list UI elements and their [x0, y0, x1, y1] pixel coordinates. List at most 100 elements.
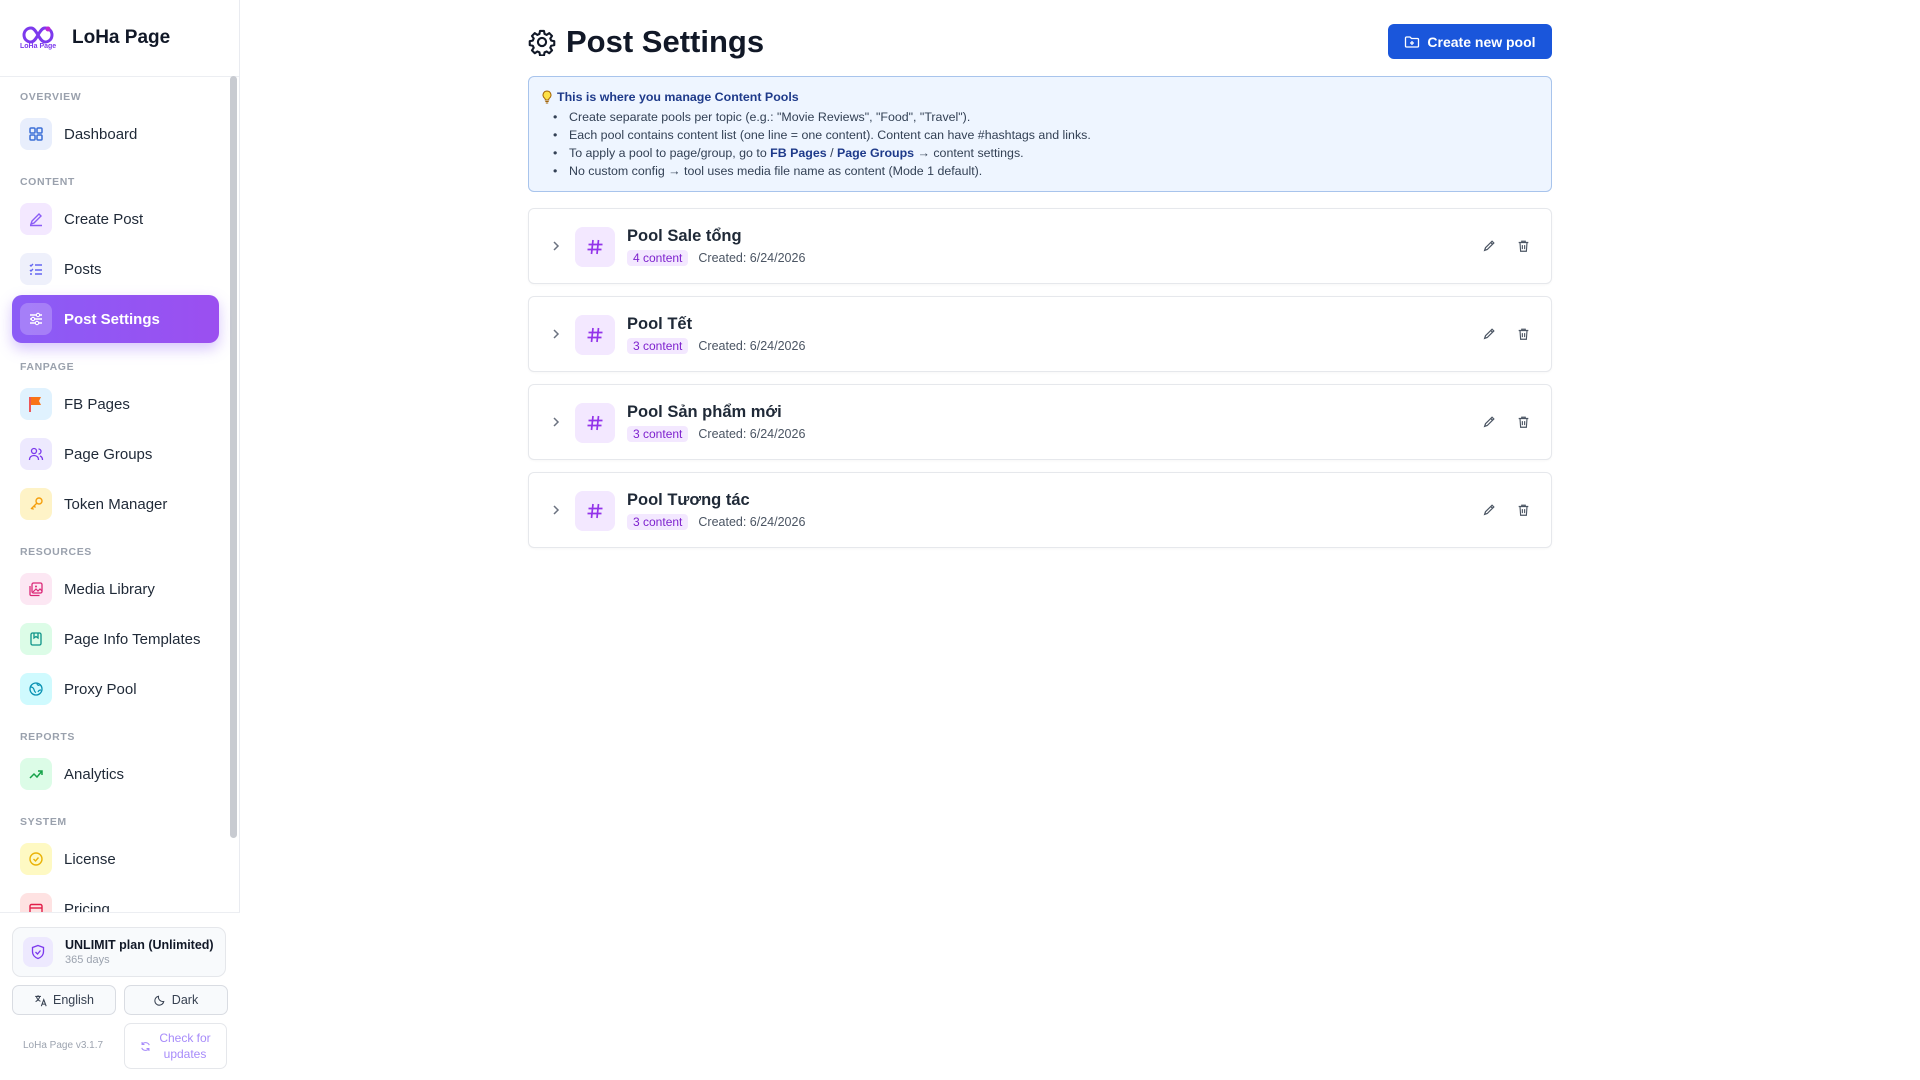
pool-created-date: Created: 6/24/2026	[698, 515, 806, 529]
edit-pencil-icon[interactable]	[1479, 236, 1499, 256]
chevron-right-icon[interactable]	[546, 412, 566, 432]
sidebar-item-label: Page Groups	[64, 445, 153, 463]
app-name: LoHa Page	[72, 27, 171, 48]
globe-icon	[20, 673, 52, 705]
info-bullet: Each pool contains content list (one lin…	[553, 126, 1551, 144]
pool-card[interactable]: Pool Tương tác 3 content Created: 6/24/2…	[528, 472, 1552, 548]
fb-pages-link[interactable]: FB Pages	[770, 146, 826, 160]
chevron-right-icon[interactable]	[546, 324, 566, 344]
page-header: Post Settings	[528, 22, 764, 62]
hashtag-icon	[575, 403, 615, 443]
theme-label: Dark	[171, 993, 199, 1007]
sidebar-item-label: Analytics	[64, 765, 125, 783]
page-groups-link[interactable]: Page Groups	[837, 146, 914, 160]
info-heading: This is where you manage Content Pools	[557, 90, 799, 104]
pool-name: Pool Sản phẩm mới	[627, 403, 782, 421]
sidebar-item-label: Pricing	[64, 900, 110, 913]
create-new-pool-label: Create new pool	[1427, 33, 1536, 50]
sidebar-item-pricing[interactable]: Pricing	[12, 885, 219, 912]
logo: LoHa Page	[18, 23, 58, 53]
content-count-badge: 3 content	[627, 426, 689, 442]
check-updates-button[interactable]: Check for updates	[124, 1023, 227, 1069]
pool-card[interactable]: Pool Sản phẩm mới 3 content Created: 6/2…	[528, 384, 1552, 460]
info-bullet: No custom config → tool uses media file …	[553, 162, 1551, 180]
check-updates-label-1: Check for	[159, 1030, 211, 1045]
plan-days: 365 days	[65, 954, 110, 966]
pool-card[interactable]: Pool Sale tổng 4 content Created: 6/24/2…	[528, 208, 1552, 284]
pool-created-date: Created: 6/24/2026	[698, 427, 806, 441]
theme-toggle-button[interactable]: Dark	[124, 985, 228, 1015]
card-icon	[20, 893, 52, 912]
language-button[interactable]: English	[12, 985, 116, 1015]
sidebar-item-analytics[interactable]: Analytics	[12, 750, 219, 798]
sidebar-item-posts[interactable]: Posts	[12, 245, 219, 293]
trash-icon[interactable]	[1513, 412, 1533, 432]
content-count-badge: 4 content	[627, 250, 689, 266]
flag-icon	[20, 388, 52, 420]
pool-name: Pool Tết	[627, 315, 693, 333]
language-label: English	[53, 993, 94, 1007]
shield-icon	[23, 937, 53, 967]
content-count-badge: 3 content	[627, 514, 689, 530]
sidebar-item-label: Posts	[64, 260, 102, 278]
moon-icon	[154, 994, 166, 1006]
sidebar-item-page-info-templates[interactable]: Page Info Templates	[12, 615, 219, 663]
pool-created-date: Created: 6/24/2026	[698, 251, 806, 265]
sidebar: LoHa Page LoHa Page OVERVIEW Dashboard C…	[0, 0, 240, 1080]
info-bullet: Create separate pools per topic (e.g.: "…	[553, 108, 1551, 126]
trend-up-icon	[20, 758, 52, 790]
page-title: Post Settings	[566, 24, 765, 59]
trash-icon[interactable]	[1513, 500, 1533, 520]
sidebar-item-license[interactable]: License	[12, 835, 219, 883]
chevron-right-icon[interactable]	[546, 500, 566, 520]
section-overview: OVERVIEW	[20, 91, 82, 103]
edit-pencil-icon[interactable]	[1479, 412, 1499, 432]
sidebar-item-label: FB Pages	[64, 395, 130, 413]
trash-icon[interactable]	[1513, 324, 1533, 344]
info-list: Create separate pools per topic (e.g.: "…	[541, 108, 1551, 180]
folder-plus-icon	[1404, 34, 1420, 50]
chevron-right-icon[interactable]	[546, 236, 566, 256]
bookmark-icon	[20, 623, 52, 655]
sidebar-item-dashboard[interactable]: Dashboard	[12, 110, 219, 158]
pool-name: Pool Tương tác	[627, 491, 750, 509]
info-box: This is where you manage Content Pools C…	[528, 76, 1552, 192]
info-bullet-text: Create separate pools per topic (e.g.: "…	[569, 110, 971, 124]
translate-icon	[34, 994, 47, 1007]
create-new-pool-button[interactable]: Create new pool	[1388, 24, 1552, 59]
pencil-icon	[20, 203, 52, 235]
dashboard-icon	[20, 118, 52, 150]
sidebar-item-post-settings[interactable]: Post Settings	[12, 295, 219, 343]
pool-card[interactable]: Pool Tết 3 content Created: 6/24/2026	[528, 296, 1552, 372]
pool-created-date: Created: 6/24/2026	[698, 339, 806, 353]
section-fanpage: FANPAGE	[20, 361, 75, 373]
sidebar-item-label: Token Manager	[64, 495, 168, 513]
sidebar-nav: OVERVIEW Dashboard CONTENT Create Post P…	[0, 78, 232, 912]
sidebar-item-proxy-pool[interactable]: Proxy Pool	[12, 665, 219, 713]
key-icon	[20, 488, 52, 520]
sidebar-item-label: Proxy Pool	[64, 680, 137, 698]
edit-pencil-icon[interactable]	[1479, 500, 1499, 520]
info-bullet: To apply a pool to page/group, go to FB …	[553, 144, 1551, 162]
sidebar-item-fb-pages[interactable]: FB Pages	[12, 380, 219, 428]
sidebar-item-label: Post Settings	[64, 310, 160, 328]
sidebar-item-label: Create Post	[64, 210, 144, 228]
logo-text: LoHa Page	[20, 43, 57, 50]
sidebar-item-media-library[interactable]: Media Library	[12, 565, 219, 613]
info-bullet-separator: /	[826, 146, 837, 160]
check-updates-label-2: updates	[163, 1047, 207, 1061]
pool-name: Pool Sale tổng	[627, 227, 742, 245]
images-icon	[20, 573, 52, 605]
sidebar-item-label: Dashboard	[64, 125, 138, 143]
brand[interactable]: LoHa Page LoHa Page	[0, 0, 239, 77]
sidebar-item-page-groups[interactable]: Page Groups	[12, 430, 219, 478]
lightbulb-icon	[541, 90, 553, 104]
edit-pencil-icon[interactable]	[1479, 324, 1499, 344]
check-circle-icon	[20, 843, 52, 875]
sidebar-footer: UNLIMIT plan (Unlimited) 365 days Englis…	[0, 912, 240, 1080]
plan-title: UNLIMIT plan (Unlimited)	[65, 938, 214, 952]
sidebar-item-create-post[interactable]: Create Post	[12, 195, 219, 243]
plan-card[interactable]: UNLIMIT plan (Unlimited) 365 days	[12, 927, 226, 977]
sidebar-item-token-manager[interactable]: Token Manager	[12, 480, 219, 528]
trash-icon[interactable]	[1513, 236, 1533, 256]
